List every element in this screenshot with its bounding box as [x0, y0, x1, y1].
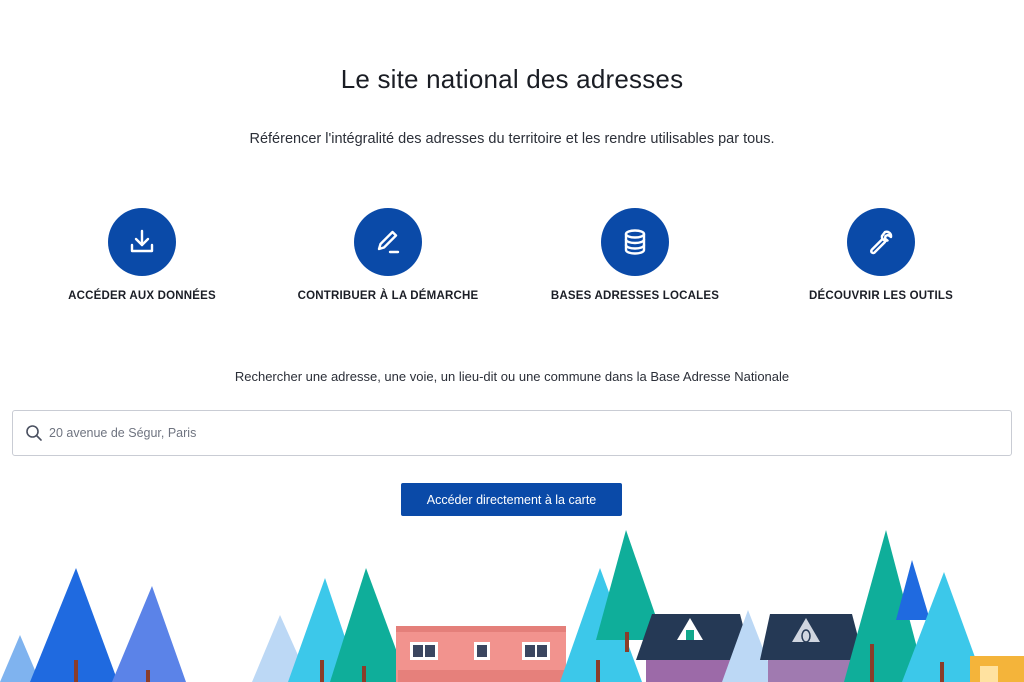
search-input[interactable]	[49, 426, 949, 440]
feature-contribute[interactable]: CONTRIBUER À LA DÉMARCHE	[268, 208, 508, 302]
search-caption: Rechercher une adresse, une voie, un lie…	[234, 369, 790, 384]
download-icon	[108, 208, 176, 276]
page-title: Le site national des adresses	[340, 64, 684, 94]
feature-label: ACCÉDER AUX DONNÉES	[68, 290, 216, 302]
page-subtitle: Référencer l'intégralité des adresses du…	[249, 131, 775, 147]
search-field[interactable]	[12, 410, 1012, 456]
wrench-icon	[847, 208, 915, 276]
village-illustration	[0, 530, 1024, 682]
pencil-icon	[354, 208, 422, 276]
feature-local-bases[interactable]: BASES ADRESSES LOCALES	[515, 208, 755, 302]
search-icon	[26, 425, 42, 441]
feature-label: BASES ADRESSES LOCALES	[550, 290, 720, 302]
database-icon	[601, 208, 669, 276]
feature-label: CONTRIBUER À LA DÉMARCHE	[297, 290, 479, 302]
feature-tools[interactable]: DÉCOUVRIR LES OUTILS	[761, 208, 1001, 302]
open-map-button[interactable]: Accéder directement à la carte	[401, 483, 622, 516]
feature-access-data[interactable]: ACCÉDER AUX DONNÉES	[22, 208, 262, 302]
feature-label: DÉCOUVRIR LES OUTILS	[809, 290, 953, 302]
feature-list: ACCÉDER AUX DONNÉES CONTRIBUER À LA DÉMA…	[0, 208, 1024, 318]
